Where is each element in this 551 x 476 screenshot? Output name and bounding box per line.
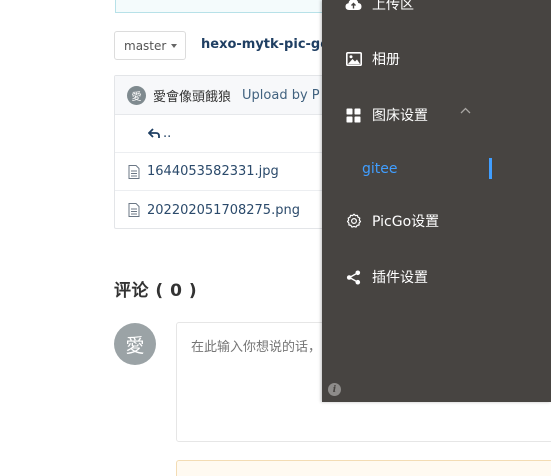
menu-item-label: PicGo设置 (372, 214, 440, 230)
commit-author-name[interactable]: 愛會像頭餓狼 (153, 86, 231, 105)
latest-commit-row: 愛 愛會像頭餓狼 Upload by P (115, 76, 343, 115)
submenu-item-label: gitee (362, 161, 398, 177)
comments-heading: 评论 ( 0 ) (114, 281, 198, 301)
file-table: 愛 愛會像頭餓狼 Upload by P .. 1644053582331.jp… (114, 75, 344, 229)
file-name[interactable]: 202202051708275.png (147, 203, 300, 218)
menu-item-label: 插件设置 (372, 270, 428, 286)
branch-select-value: master (124, 38, 167, 53)
menu-item-label: 图床设置 (372, 108, 428, 124)
picgo-side-menu: 上传区 相册 图床设置 gitee PicGo设置 插件设置 i (322, 0, 551, 402)
file-row[interactable]: 1644053582331.jpg (115, 153, 343, 191)
warning-notice (176, 460, 551, 476)
submenu-item-gitee[interactable]: gitee (322, 141, 551, 197)
commit-author-avatar[interactable]: 愛 (127, 85, 146, 105)
caret-down-icon (171, 43, 178, 48)
menu-item-upload[interactable]: 上传区 (322, 0, 551, 32)
parent-directory-label: .. (163, 126, 172, 141)
back-arrow-icon (148, 128, 160, 138)
share-icon (345, 269, 362, 286)
repo-name-link[interactable]: hexo-mytk-pic-go (201, 37, 329, 52)
commit-message[interactable]: Upload by P (242, 88, 320, 103)
notice-banner (115, 0, 335, 13)
menu-item-label: 相册 (372, 52, 400, 68)
picture-icon (345, 51, 362, 68)
menu-item-album[interactable]: 相册 (322, 31, 551, 87)
file-icon (128, 203, 140, 217)
gear-icon (345, 213, 362, 230)
menu-item-label: 上传区 (372, 0, 414, 13)
file-row[interactable]: 202202051708275.png (115, 191, 343, 228)
info-icon[interactable]: i (328, 383, 341, 396)
avatar: 愛 (114, 323, 156, 365)
active-indicator (489, 158, 492, 179)
file-name[interactable]: 1644053582331.jpg (147, 164, 279, 179)
menu-item-picgo-settings[interactable]: PicGo设置 (322, 193, 551, 249)
grid-icon (345, 107, 362, 124)
chevron-up-icon (460, 107, 471, 114)
cloud-upload-icon (345, 0, 362, 13)
parent-directory-row[interactable]: .. (115, 115, 343, 153)
menu-item-plugin-settings[interactable]: 插件设置 (322, 249, 551, 305)
menu-item-picbed-settings[interactable]: 图床设置 (322, 87, 551, 143)
branch-select[interactable]: master (114, 31, 186, 60)
file-icon (128, 164, 140, 179)
